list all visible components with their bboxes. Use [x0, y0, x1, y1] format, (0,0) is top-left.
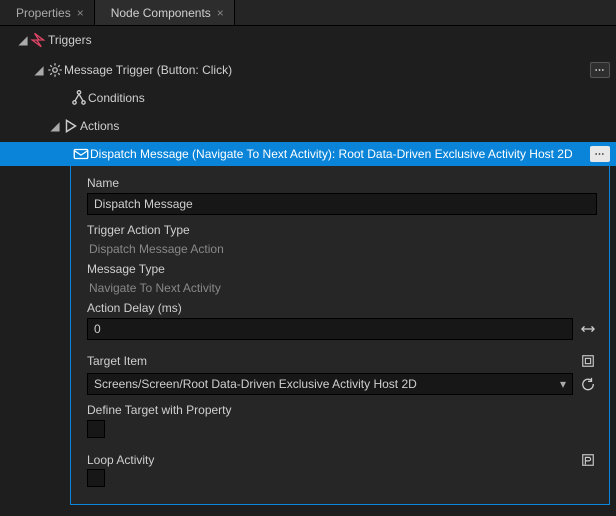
target-item-select[interactable]: Screens/Screen/Root Data-Driven Exclusiv… — [87, 373, 573, 395]
close-icon[interactable]: × — [77, 6, 84, 20]
refresh-icon[interactable] — [579, 375, 597, 393]
triggers-row[interactable]: ◢ Triggers — [0, 28, 616, 52]
trigger-action-type-value: Dispatch Message Action — [87, 240, 597, 258]
define-target-label: Define Target with Property — [87, 403, 597, 417]
name-input[interactable] — [87, 193, 597, 215]
actions-label: Actions — [80, 119, 119, 133]
loop-activity-checkbox[interactable] — [87, 469, 105, 487]
expand-arrow-icon[interactable]: ◢ — [16, 33, 30, 47]
navigate-icon[interactable] — [579, 352, 597, 370]
dispatch-message-label: Dispatch Message (Navigate To Next Activ… — [90, 147, 590, 161]
more-options-button[interactable]: ⋯ — [590, 146, 610, 162]
dispatch-message-row[interactable]: Dispatch Message (Navigate To Next Activ… — [0, 142, 616, 166]
component-tree: ◢ Triggers ◢ Message Trigger (Button: Cl… — [0, 26, 616, 166]
action-delay-input[interactable] — [87, 318, 573, 340]
tab-node-components[interactable]: Node Components × — [95, 0, 235, 25]
triggers-icon — [30, 31, 48, 49]
tab-properties-label: Properties — [16, 6, 71, 20]
conditions-row[interactable]: Conditions — [0, 86, 616, 110]
message-icon — [72, 145, 90, 163]
expand-arrow-icon[interactable]: ◢ — [48, 119, 62, 133]
target-item-label: Target Item — [87, 354, 573, 368]
conditions-label: Conditions — [88, 91, 145, 105]
tab-node-components-label: Node Components — [111, 6, 211, 20]
name-label: Name — [87, 176, 597, 190]
define-target-checkbox[interactable] — [87, 420, 105, 438]
property-icon[interactable] — [579, 451, 597, 469]
tab-bar: Properties × Node Components × — [0, 0, 616, 26]
loop-activity-label: Loop Activity — [87, 453, 573, 467]
close-icon[interactable]: × — [217, 6, 224, 20]
tab-properties[interactable]: Properties × — [0, 0, 95, 25]
more-options-button[interactable]: ⋯ — [590, 62, 610, 78]
action-delay-label: Action Delay (ms) — [87, 301, 597, 315]
gear-icon — [46, 61, 64, 79]
conditions-icon — [70, 89, 88, 107]
message-trigger-row[interactable]: ◢ Message Trigger (Button: Click) ⋯ — [0, 58, 616, 82]
trigger-action-type-label: Trigger Action Type — [87, 223, 597, 237]
expand-arrow-icon[interactable]: ◢ — [32, 63, 46, 77]
message-type-label: Message Type — [87, 262, 597, 276]
drag-horizontal-icon[interactable] — [579, 320, 597, 338]
message-type-value: Navigate To Next Activity — [87, 279, 597, 297]
message-trigger-label: Message Trigger (Button: Click) — [64, 63, 232, 77]
action-details-panel: Name Trigger Action Type Dispatch Messag… — [70, 166, 610, 505]
target-item-value: Screens/Screen/Root Data-Driven Exclusiv… — [94, 377, 417, 391]
actions-icon — [62, 117, 80, 135]
actions-row[interactable]: ◢ Actions — [0, 114, 616, 138]
dropdown-caret-icon: ▾ — [560, 377, 566, 391]
triggers-label: Triggers — [48, 33, 92, 47]
